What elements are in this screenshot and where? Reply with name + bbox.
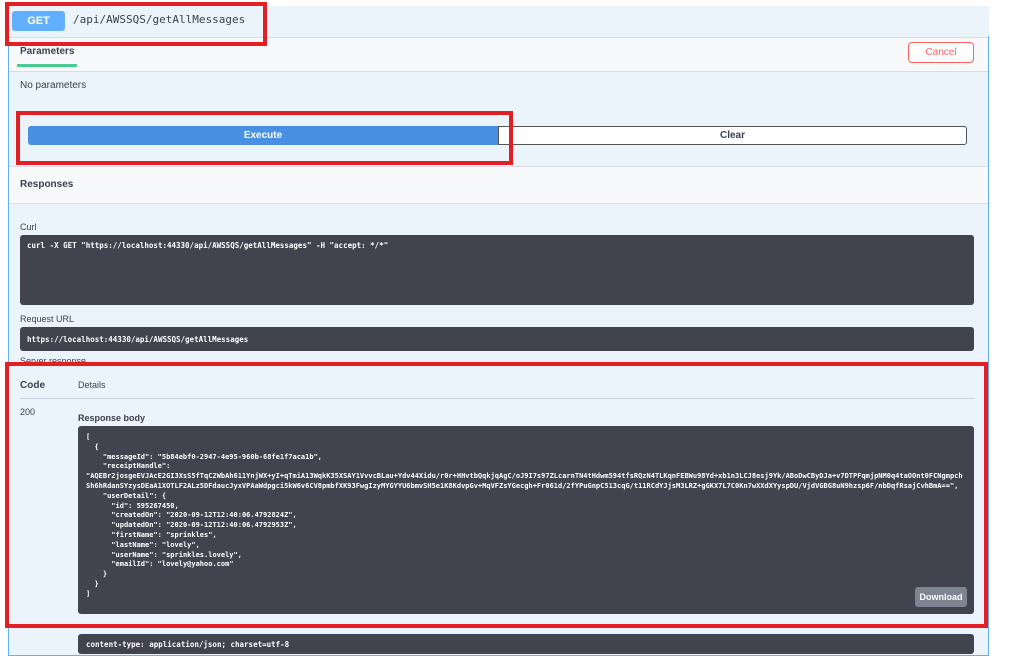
execute-button[interactable]: Execute bbox=[28, 126, 498, 145]
server-response-label: Server response bbox=[20, 356, 87, 362]
curl-command: curl -X GET "https://localhost:44330/api… bbox=[27, 241, 389, 250]
http-method-badge: GET bbox=[12, 11, 65, 31]
status-code: 200 bbox=[20, 407, 36, 417]
download-button[interactable]: Download bbox=[915, 587, 967, 607]
request-url-label: Request URL bbox=[20, 314, 75, 324]
request-url-block[interactable]: https://localhost:44330/api/AWSSQS/getAl… bbox=[20, 327, 974, 351]
details-column-header: Details bbox=[78, 380, 106, 390]
tab-parameters[interactable]: Parameters bbox=[20, 46, 74, 57]
no-parameters-text: No parameters bbox=[20, 80, 87, 91]
curl-code-block[interactable]: curl -X GET "https://localhost:44330/api… bbox=[20, 235, 974, 305]
response-body-label: Response body bbox=[78, 413, 146, 423]
response-headers-value: content-type: application/json; charset=… bbox=[86, 640, 290, 649]
response-headers-block[interactable]: content-type: application/json; charset=… bbox=[78, 634, 974, 654]
tab-active-indicator bbox=[17, 64, 77, 67]
response-body-json: [ { "messageId": "5b84ebf0-2947-4e95-960… bbox=[86, 433, 963, 598]
code-column-header: Code bbox=[20, 380, 45, 391]
parameters-header bbox=[9, 37, 988, 72]
responses-title: Responses bbox=[20, 179, 74, 190]
clear-button[interactable]: Clear bbox=[498, 126, 967, 145]
endpoint-path: /api/AWSSQS/getAllMessages bbox=[73, 13, 246, 26]
response-body-block[interactable]: [ { "messageId": "5b84ebf0-2947-4e95-960… bbox=[78, 426, 974, 614]
table-divider bbox=[20, 398, 974, 399]
cancel-button[interactable]: Cancel bbox=[908, 42, 974, 63]
request-url-value: https://localhost:44330/api/AWSSQS/getAl… bbox=[27, 335, 249, 344]
curl-label: Curl bbox=[20, 222, 37, 232]
responses-header bbox=[9, 166, 988, 204]
